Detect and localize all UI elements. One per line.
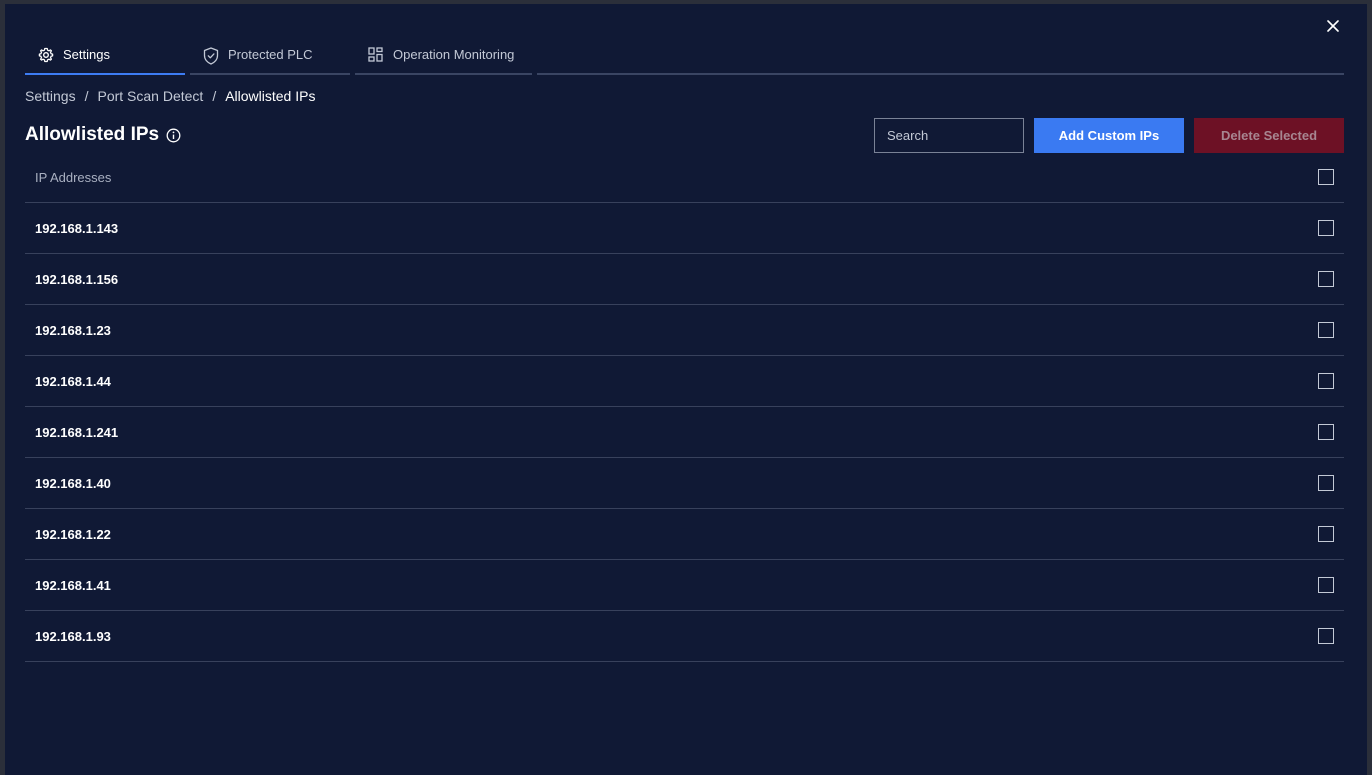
- tab-label: Protected PLC: [228, 47, 313, 62]
- breadcrumb-item-port-scan-detect[interactable]: Port Scan Detect: [97, 88, 203, 104]
- ip-address-cell: 192.168.1.23: [35, 322, 111, 338]
- tab-settings[interactable]: Settings: [25, 36, 185, 75]
- delete-selected-button[interactable]: Delete Selected: [1194, 118, 1344, 153]
- table-row: 192.168.1.156: [25, 254, 1344, 305]
- tab-label: Settings: [63, 47, 110, 62]
- row-checkbox[interactable]: [1318, 475, 1334, 491]
- ip-address-cell: 192.168.1.241: [35, 424, 119, 440]
- breadcrumb-separator: /: [84, 88, 89, 104]
- row-checkbox[interactable]: [1318, 271, 1334, 287]
- ip-address-cell: 192.168.1.40: [35, 475, 111, 491]
- info-icon[interactable]: [166, 128, 181, 143]
- search-input[interactable]: [874, 118, 1024, 153]
- breadcrumb-separator: /: [212, 88, 217, 104]
- row-checkbox[interactable]: [1318, 424, 1334, 440]
- shield-check-icon: [203, 46, 219, 65]
- ip-address-cell: 192.168.1.143: [35, 220, 119, 236]
- row-checkbox[interactable]: [1318, 220, 1334, 236]
- table-row: 192.168.1.241: [25, 407, 1344, 458]
- gear-icon: [38, 47, 54, 63]
- row-checkbox[interactable]: [1318, 526, 1334, 542]
- table-row: 192.168.1.22: [25, 509, 1344, 560]
- row-checkbox[interactable]: [1318, 628, 1334, 644]
- tab-bar-divider: [537, 36, 1344, 75]
- ip-table: IP Addresses 192.168.1.143 192.168.1.156…: [25, 152, 1344, 662]
- close-icon: [1327, 20, 1339, 32]
- add-custom-ips-button[interactable]: Add Custom IPs: [1034, 118, 1184, 153]
- table-row: 192.168.1.40: [25, 458, 1344, 509]
- settings-dialog: Settings Protected PLC Operation Monitor…: [5, 4, 1367, 775]
- table-row: 192.168.1.143: [25, 203, 1344, 254]
- breadcrumb: Settings / Port Scan Detect / Allowliste…: [25, 87, 315, 105]
- ip-address-cell: 192.168.1.41: [35, 577, 111, 593]
- select-all-checkbox[interactable]: [1318, 169, 1334, 185]
- tab-protected-plc[interactable]: Protected PLC: [190, 36, 350, 75]
- tab-bar: Settings Protected PLC Operation Monitor…: [25, 36, 1344, 75]
- ip-address-cell: 192.168.1.156: [35, 271, 119, 287]
- ip-address-cell: 192.168.1.22: [35, 526, 111, 542]
- table-row: 192.168.1.93: [25, 611, 1344, 662]
- table-row: 192.168.1.41: [25, 560, 1344, 611]
- tab-operation-monitoring[interactable]: Operation Monitoring: [355, 36, 532, 75]
- ip-address-cell: 192.168.1.93: [35, 628, 111, 644]
- dashboard-grid-icon: [368, 46, 384, 63]
- row-checkbox[interactable]: [1318, 373, 1334, 389]
- breadcrumb-item-current: Allowlisted IPs: [225, 88, 316, 104]
- table-header-row: IP Addresses: [25, 152, 1344, 203]
- row-checkbox[interactable]: [1318, 577, 1334, 593]
- table-row: 192.168.1.23: [25, 305, 1344, 356]
- table-row: 192.168.1.44: [25, 356, 1344, 407]
- row-checkbox[interactable]: [1318, 322, 1334, 338]
- close-button[interactable]: [1323, 16, 1343, 36]
- column-header-ip-addresses: IP Addresses: [35, 169, 112, 185]
- ip-address-cell: 192.168.1.44: [35, 373, 111, 389]
- page-title-text: Allowlisted IPs: [25, 124, 160, 145]
- breadcrumb-item-settings[interactable]: Settings: [25, 88, 76, 104]
- tab-label: Operation Monitoring: [393, 47, 515, 62]
- page-title: Allowlisted IPs: [25, 123, 181, 147]
